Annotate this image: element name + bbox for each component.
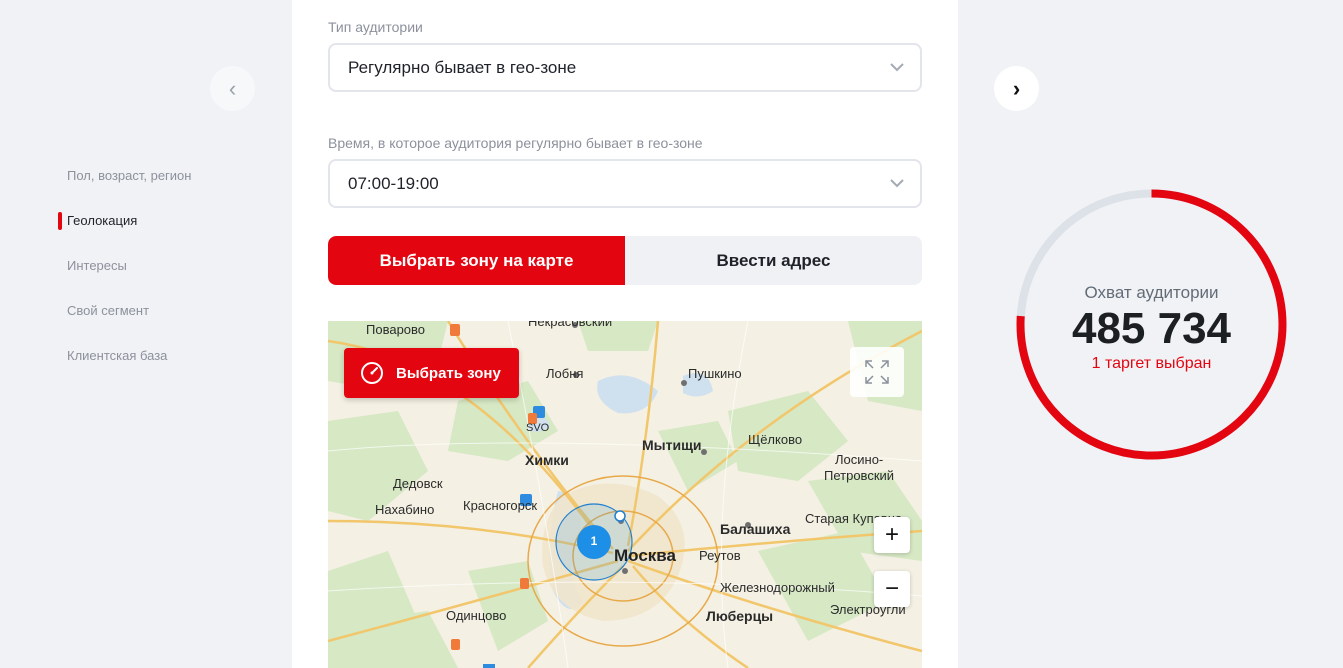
- chevron-down-icon: [890, 179, 904, 188]
- audience-type-select[interactable]: Регулярно бывает в гео-зоне: [328, 43, 922, 92]
- fullscreen-button[interactable]: [850, 347, 904, 397]
- tab-select-on-map[interactable]: Выбрать зону на карте: [328, 236, 625, 285]
- reach-summary: Охват аудитории 485 734 1 таргет выбран: [1015, 188, 1288, 461]
- map-label-povarovo: Поварово: [366, 322, 426, 337]
- targets-selected-count: 1 таргет выбран: [1091, 354, 1212, 372]
- chevron-left-icon: ‹: [228, 75, 237, 101]
- zone-marker-count[interactable]: 1: [577, 534, 611, 548]
- select-zone-button[interactable]: Выбрать зону: [344, 348, 519, 398]
- zoom-out-button[interactable]: −: [874, 571, 910, 607]
- chevron-right-icon: ›: [1012, 75, 1021, 101]
- map-label-reutov: Реутов: [699, 548, 741, 563]
- time-label: Время, в которое аудитория регулярно быв…: [328, 135, 703, 151]
- map-label-mytishchi: Мытищи: [642, 437, 702, 453]
- audience-reach-widget: Охват аудитории 485 734 1 таргет выбран: [1015, 188, 1288, 461]
- plus-icon: +: [884, 521, 899, 548]
- sidebar-item-interests[interactable]: Интересы: [58, 256, 191, 301]
- sidebar-item-demographics[interactable]: Пол, возраст, регион: [58, 166, 191, 211]
- map-label-nakhabino: Нахабино: [375, 502, 435, 517]
- next-step-button[interactable]: ›: [994, 66, 1039, 111]
- sidebar-item-geolocation[interactable]: Геолокация: [58, 211, 191, 256]
- time-value: 07:00-19:00: [348, 173, 439, 193]
- map-label-khimki: Химки: [525, 452, 569, 468]
- zone-mode-switch: Выбрать зону на карте Ввести адрес: [328, 236, 922, 285]
- map-label-dedovsk: Дедовск: [393, 476, 443, 491]
- map-label-odintsovo: Одинцово: [446, 608, 507, 623]
- map-label-pushkino: Пушкино: [688, 366, 742, 381]
- time-select[interactable]: 07:00-19:00: [328, 159, 922, 208]
- zoom-in-button[interactable]: +: [874, 517, 910, 553]
- gauge-icon: [361, 362, 383, 384]
- map-label-nekrasovsky: Некрасовский: [528, 321, 613, 329]
- map-label-krasnogorsk: Красногорск: [463, 498, 538, 513]
- map-view[interactable]: Поварово Некрасовский Лобня Пушкино SVO …: [328, 321, 922, 668]
- map-label-zheleznodorozhny: Железнодорожный: [720, 580, 835, 595]
- sidebar-item-client-base[interactable]: Клиентская база: [58, 346, 191, 391]
- map-label-moskva: Москва: [614, 546, 676, 565]
- reach-value: 485 734: [1071, 303, 1232, 353]
- tab-enter-address[interactable]: Ввести адрес: [625, 236, 922, 285]
- audience-type-value: Регулярно бывает в гео-зоне: [348, 57, 577, 77]
- prev-step-button[interactable]: ‹: [210, 66, 255, 111]
- chevron-down-icon: [890, 63, 904, 72]
- select-zone-label: Выбрать зону: [396, 364, 501, 382]
- map-label-balashikha: Балашиха: [720, 521, 791, 537]
- minus-icon: −: [884, 575, 899, 602]
- sidebar-item-custom-segment[interactable]: Свой сегмент: [58, 301, 191, 346]
- reach-title: Охват аудитории: [1084, 282, 1219, 302]
- step-navigation: Пол, возраст, регион Геолокация Интересы…: [58, 166, 191, 391]
- map-label-lyubertsy: Люберцы: [706, 608, 774, 624]
- map-label-petrovsky: Петровский: [824, 468, 895, 483]
- audience-type-label: Тип аудитории: [328, 19, 423, 35]
- expand-icon: [865, 360, 889, 384]
- settings-panel: Тип аудитории Регулярно бывает в гео-зон…: [292, 0, 958, 668]
- map-label-losino: Лосино-: [835, 452, 884, 467]
- map-label-shchelkovo: Щёлково: [748, 432, 803, 447]
- map-label-svo: SVO: [526, 422, 550, 434]
- map-label-lobnya: Лобня: [546, 366, 584, 381]
